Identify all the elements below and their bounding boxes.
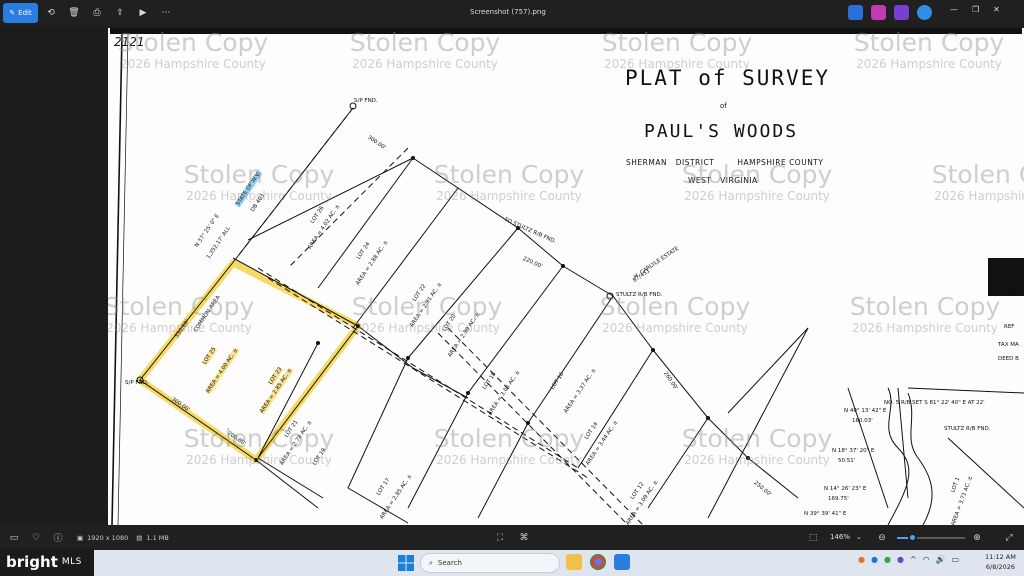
share-icon[interactable]: ⇪ <box>110 3 130 23</box>
plat-label: DEED B <box>998 356 1019 362</box>
app-shortcuts <box>848 5 932 20</box>
zoom-slider[interactable] <box>897 533 965 542</box>
plat-label: S/P FND. <box>125 380 149 386</box>
video-editor-icon[interactable] <box>894 5 909 20</box>
window-controls: — ❐ ✕ <box>950 5 1000 14</box>
taskbar-apps <box>566 554 630 570</box>
clock[interactable]: 11:12 AM 6/8/2026 <box>985 552 1016 572</box>
tray-app-icon[interactable]: ● <box>871 555 878 564</box>
film-strip-icon[interactable]: ▭ <box>3 527 25 549</box>
delete-icon[interactable]: 🗑 <box>64 3 84 23</box>
file-size-icon: ▤ <box>136 533 143 542</box>
minimize-icon[interactable]: — <box>950 5 958 14</box>
brand-watermark: bright MLS <box>0 548 94 576</box>
file-size: 1.1 MB <box>146 533 169 542</box>
close-icon[interactable]: ✕ <box>993 5 1000 14</box>
watermark: Stolen Copy2026 Hampshire County <box>108 292 255 335</box>
wifi-icon[interactable]: ◠ <box>923 555 930 564</box>
tray-app-icon[interactable]: ● <box>884 555 891 564</box>
brand-name: bright <box>6 553 58 571</box>
search-placeholder: Search <box>437 559 462 567</box>
plat-label: STULTZ R/B FND. <box>944 426 991 432</box>
watermark: Stolen Copy2026 Hampshire County <box>681 160 833 203</box>
plat-label: 169.75' <box>828 496 849 502</box>
search-icon: ⌕ <box>429 558 433 567</box>
plat-label: S/P FND. <box>354 98 378 104</box>
top-toolbar: ✎ Edit ⟲ 🗑 ⎙ ⇪ ▶ ⋯ Screenshot (757).png … <box>0 0 1024 26</box>
plat-document: 2121 PLAT of SURVEY of PAUL'S WOODS SHER… <box>108 28 1024 525</box>
status-bar: ▭ ♡ ⓘ ▣ 1920 x 1080 ▤ 1.1 MB ⛶ ⌘ ⬚ 146% … <box>0 525 1024 550</box>
zoom-dropdown-icon[interactable]: ⌄ <box>856 533 862 541</box>
plat-label: N 14° 26' 23" E <box>824 486 867 492</box>
watermark: Stolen Copy2026 Hampshire County <box>681 424 833 467</box>
taskbar-search[interactable]: ⌕ Search <box>420 553 560 573</box>
image-viewer[interactable]: 2121 PLAT of SURVEY of PAUL'S WOODS SHER… <box>0 26 1024 525</box>
watermark: Stolen Copy2026 Hampshire County <box>599 292 751 335</box>
plat-label: NO. 5 R/B SET S 81° 22' 40" E AT 22' <box>884 400 985 406</box>
watermark: Stolen Copy2026 Hampshire County <box>931 160 1024 203</box>
clock-time: 11:12 AM <box>985 553 1016 561</box>
more-options-icon[interactable]: ⋯ <box>156 3 176 23</box>
watermark: Stolen Copy2026 Hampshire County <box>183 424 335 467</box>
clipchamp-icon[interactable] <box>871 5 886 20</box>
zoom-slider-thumb[interactable] <box>908 533 918 542</box>
info-icon[interactable]: ⓘ <box>47 527 69 549</box>
battery-icon[interactable]: ▭ <box>952 555 960 564</box>
onedrive-icon[interactable] <box>917 5 932 20</box>
zoom-in-icon[interactable]: ⊕ <box>966 527 988 549</box>
plat-label: N 39° 39' 41" E <box>804 511 847 517</box>
plat-of: of <box>720 102 727 110</box>
rotate-icon[interactable]: ⟲ <box>41 3 61 23</box>
zoom-level[interactable]: 146% <box>830 533 850 541</box>
watermark: Stolen Copy2026 Hampshire County <box>853 28 1005 71</box>
plat-label: HAMPS <box>996 278 1016 284</box>
window-title: Screenshot (757).png <box>470 8 546 16</box>
watermark: Stolen Copy2026 Hampshire County <box>849 292 1001 335</box>
image-dimensions: 1920 x 1080 <box>87 533 129 542</box>
slideshow-icon[interactable]: ▶ <box>133 3 153 23</box>
edit-icon: ✎ <box>9 9 16 17</box>
tray-app-icon[interactable]: ● <box>858 555 865 564</box>
chrome-icon[interactable] <box>590 554 606 570</box>
file-explorer-icon[interactable] <box>566 554 582 570</box>
image-dimensions-icon: ▣ <box>77 533 84 542</box>
watermark: Stolen Copy2026 Hampshire County <box>351 292 503 335</box>
zoom-out-icon[interactable]: ⊖ <box>871 527 893 549</box>
watermark: Stolen Copy2026 Hampshire County <box>349 28 501 71</box>
windows-start-icon[interactable] <box>398 555 414 571</box>
designer-icon[interactable] <box>848 5 863 20</box>
fit-to-window-icon[interactable]: ⬚ <box>802 527 824 549</box>
edit-button[interactable]: ✎ Edit <box>3 3 38 23</box>
maximize-icon[interactable]: ❐ <box>972 5 979 14</box>
favorite-icon[interactable]: ♡ <box>25 527 47 549</box>
plat-label: N 40° 13' 42" E <box>844 408 887 414</box>
visual-search-icon[interactable]: ⌘ <box>513 527 535 549</box>
watermark: Stolen Copy2026 Hampshire County <box>601 28 753 71</box>
plat-label: 160.03' <box>852 418 873 424</box>
brand-suffix: MLS <box>61 557 82 567</box>
clock-date: 6/8/2026 <box>985 563 1016 571</box>
photos-icon[interactable] <box>614 554 630 570</box>
system-tray: ● ● ● ● ^ ◠ 🔊 ▭ <box>858 555 959 564</box>
volume-icon[interactable]: 🔊 <box>936 555 946 564</box>
watermark: Stolen Copy2026 Hampshire County <box>433 424 585 467</box>
tray-app-icon[interactable]: ● <box>897 555 904 564</box>
watermark: Stolen Copy2026 Hampshire County <box>183 160 335 203</box>
watermark: Stolen Copy2026 Hampshire County <box>117 28 269 71</box>
plat-name: PAUL'S WOODS <box>644 121 799 142</box>
crop-icon[interactable]: ⛶ <box>489 527 511 549</box>
plat-label: TAX MA <box>998 342 1019 348</box>
show-hidden-icons-icon[interactable]: ^ <box>910 555 917 564</box>
watermark: Stolen Copy2026 Hampshire County <box>433 160 585 203</box>
fullscreen-icon[interactable]: ⤢ <box>998 527 1020 549</box>
edit-label: Edit <box>18 9 32 17</box>
print-icon[interactable]: ⎙ <box>87 3 107 23</box>
photos-app-window: ✎ Edit ⟲ 🗑 ⎙ ⇪ ▶ ⋯ Screenshot (757).png … <box>0 0 1024 576</box>
